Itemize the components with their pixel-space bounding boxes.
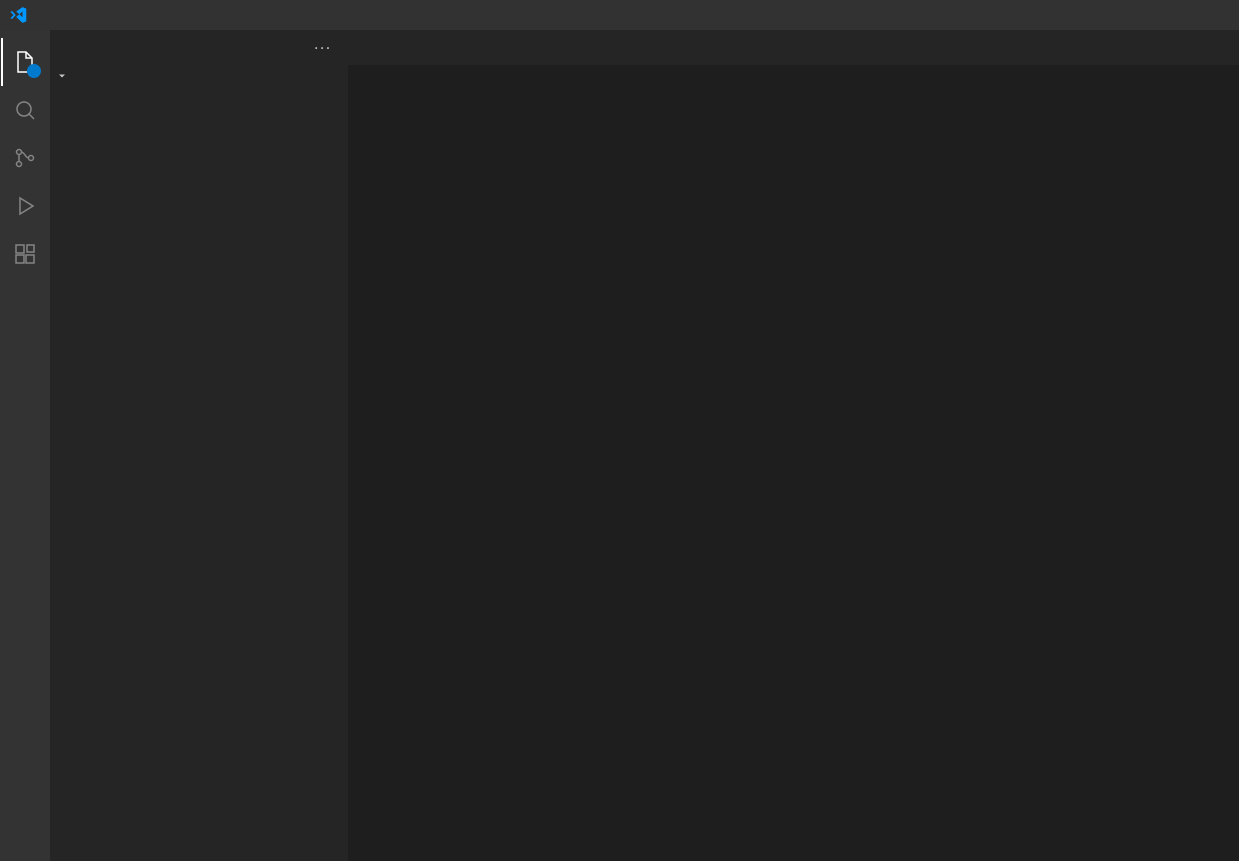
file-tree <box>50 65 348 861</box>
tree-root[interactable] <box>50 65 348 87</box>
editor-area <box>348 30 1239 861</box>
tab-bar <box>348 30 1239 65</box>
editor-body[interactable] <box>348 93 1239 861</box>
activity-scm[interactable] <box>1 134 49 182</box>
sidebar: ··· <box>50 30 348 861</box>
activity-extensions[interactable] <box>1 230 49 278</box>
activity-search[interactable] <box>1 86 49 134</box>
activity-explorer[interactable] <box>1 38 49 86</box>
explorer-badge <box>27 64 41 78</box>
breadcrumbs[interactable] <box>348 65 1239 93</box>
titlebar <box>0 0 1239 30</box>
sidebar-header: ··· <box>50 30 348 65</box>
code[interactable] <box>408 93 1239 861</box>
chevron-down-icon <box>54 70 70 82</box>
sidebar-more-icon[interactable]: ··· <box>314 39 332 57</box>
gutter[interactable] <box>348 93 408 861</box>
activity-bar <box>0 30 50 861</box>
vscode-icon <box>0 6 35 24</box>
activity-debug[interactable] <box>1 182 49 230</box>
